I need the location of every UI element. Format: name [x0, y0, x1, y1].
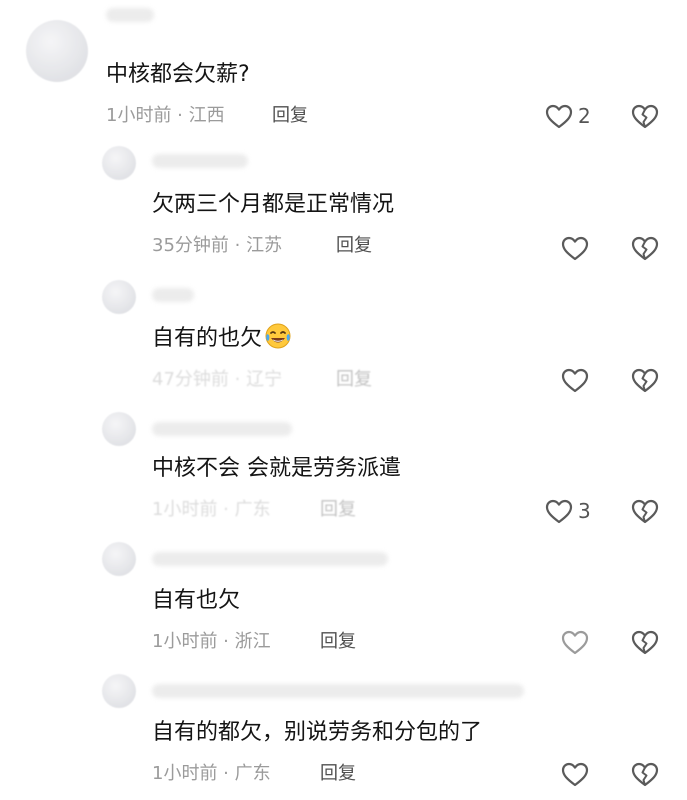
reply-time: 35分钟前 [152, 235, 229, 256]
username-blurred[interactable] [152, 684, 524, 698]
reply-button[interactable]: 回复 [320, 762, 356, 786]
broken-heart-icon[interactable] [630, 234, 660, 262]
reply-location: 辽宁 [246, 369, 283, 390]
reply-time: 47分钟前 [152, 369, 229, 390]
like-button[interactable] [560, 759, 590, 789]
like-button[interactable] [560, 627, 590, 657]
heart-outline-icon [561, 368, 589, 393]
reply-text: 中核不会 会就是劳务派遣 [152, 456, 401, 481]
avatar[interactable] [102, 146, 136, 180]
reply-text: 自有也欠 [152, 588, 241, 613]
broken-heart-icon[interactable] [630, 366, 660, 394]
reply-meta: 1小时前 · 广东 [152, 763, 271, 784]
reply-text: 自有的都欠，别说劳务和分包的了 [152, 720, 483, 745]
reply-text: 自有的也欠 [152, 322, 292, 354]
heart-outline-icon [545, 104, 573, 129]
reply-location: 广东 [234, 499, 271, 520]
avatar[interactable] [102, 674, 136, 708]
heart-outline-icon [561, 630, 589, 655]
reply-button[interactable]: 回复 [272, 104, 308, 128]
comment-meta: 1小时前 · 江西 [106, 105, 225, 126]
reply-button[interactable]: 回复 [336, 368, 372, 392]
like-button[interactable] [560, 233, 590, 263]
reply-location: 江苏 [246, 235, 283, 256]
comment-time: 1小时前 [106, 105, 172, 126]
heart-outline-icon [561, 236, 589, 261]
reply-meta: 47分钟前 · 辽宁 [152, 369, 283, 390]
reply-time: 1小时前 [152, 631, 218, 652]
reply-location: 广东 [234, 763, 271, 784]
username-blurred[interactable] [152, 422, 292, 436]
reply-meta: 1小时前 · 广东 [152, 499, 271, 520]
reply-button[interactable]: 回复 [320, 498, 356, 522]
like-button[interactable]: 3 [544, 496, 591, 526]
like-button[interactable] [560, 365, 590, 395]
reply-button[interactable]: 回复 [336, 234, 372, 258]
like-button[interactable]: 2 [544, 101, 591, 131]
reply-button[interactable]: 回复 [320, 630, 356, 654]
like-count: 3 [578, 499, 591, 523]
avatar[interactable] [102, 280, 136, 314]
avatar[interactable] [102, 542, 136, 576]
broken-heart-icon[interactable] [630, 628, 660, 656]
username-blurred[interactable] [152, 288, 194, 302]
reply-time: 1小时前 [152, 763, 218, 784]
heart-outline-icon [561, 762, 589, 787]
avatar[interactable] [26, 20, 88, 82]
broken-heart-icon[interactable] [630, 760, 660, 788]
heart-outline-icon [545, 499, 573, 524]
crying-laughing-emoji [265, 323, 291, 349]
reply-meta: 1小时前 · 浙江 [152, 631, 271, 652]
reply-meta: 35分钟前 · 江苏 [152, 235, 283, 256]
comment-location: 江西 [188, 105, 225, 126]
username-blurred[interactable] [152, 552, 388, 566]
username-blurred[interactable] [106, 8, 154, 22]
broken-heart-icon[interactable] [630, 497, 660, 525]
reply-text: 欠两三个月都是正常情况 [152, 192, 395, 217]
broken-heart-icon[interactable] [630, 102, 660, 130]
like-count: 2 [578, 104, 591, 128]
reply-time: 1小时前 [152, 499, 218, 520]
avatar[interactable] [102, 412, 136, 446]
username-blurred[interactable] [152, 154, 248, 168]
comment-text: 中核都会欠薪? [106, 62, 250, 87]
reply-location: 浙江 [234, 631, 271, 652]
